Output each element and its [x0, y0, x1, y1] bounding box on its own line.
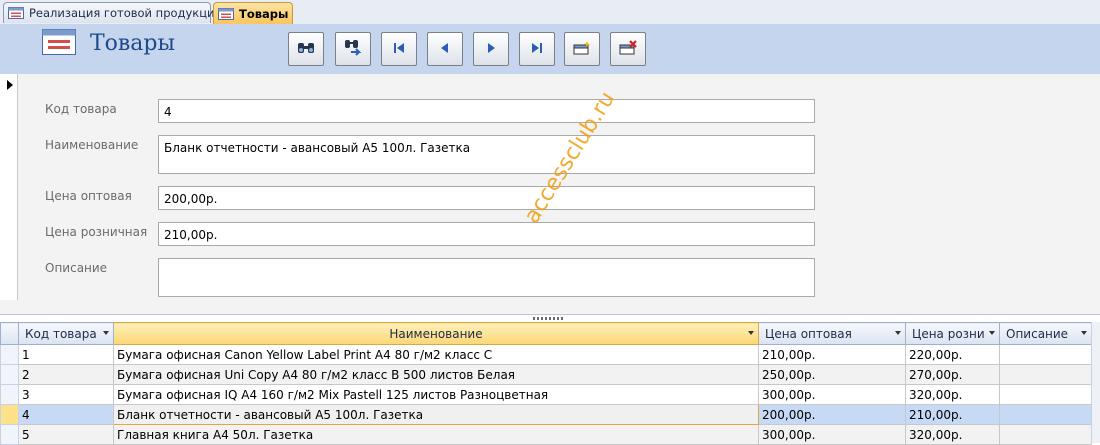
first-record-button[interactable] — [381, 32, 417, 66]
previous-record-button[interactable] — [427, 32, 463, 66]
delete-record-icon — [618, 39, 638, 59]
form-icon — [218, 7, 234, 20]
table-row-current[interactable]: 4 Бланк отчетности - авансовый А5 100л. … — [0, 404, 1092, 425]
find-button[interactable] — [288, 32, 324, 66]
last-record-button[interactable] — [519, 32, 555, 66]
form-logo-icon — [42, 29, 76, 58]
wholesale-price-field[interactable]: 200,00р. — [158, 186, 815, 210]
code-field[interactable]: 4 — [158, 99, 815, 123]
split-form-divider[interactable] — [0, 300, 1100, 323]
cell-retail[interactable]: 270,00р. — [905, 364, 1000, 385]
find-icon — [297, 41, 315, 58]
column-header-description[interactable]: Описание — [999, 322, 1092, 345]
cell-code[interactable]: 4 — [18, 404, 114, 425]
cell-name[interactable]: Бумага офисная Canon Yellow Label Print … — [113, 344, 759, 365]
cell-wholesale[interactable]: 210,00р. — [758, 344, 906, 365]
cell-name-editing[interactable]: Бланк отчетности - авансовый А5 100л. Га… — [113, 404, 759, 425]
cell-name[interactable]: Главная книга А4 50л. Газетка — [113, 424, 759, 445]
tab-label: Реализация готовой продукции — [29, 6, 223, 20]
column-header-name[interactable]: Наименование — [113, 322, 759, 345]
column-header-label: Код товара — [25, 326, 97, 341]
column-header-label: Цена оптовая — [765, 326, 852, 341]
cell-retail[interactable]: 320,00р. — [905, 384, 1000, 405]
cell-code[interactable]: 5 — [18, 424, 114, 445]
datasheet-view: Код товара Наименование Цена оптовая Цен… — [0, 322, 1100, 445]
table-row[interactable]: 2 Бумага офисная Uni Copy А4 80 г/м2 кла… — [0, 364, 1092, 385]
form-header: Товары — [0, 24, 1100, 74]
column-header-retail[interactable]: Цена розни — [905, 322, 1000, 345]
column-header-code[interactable]: Код товара — [18, 322, 114, 345]
datasheet-table: Код товара Наименование Цена оптовая Цен… — [0, 322, 1092, 445]
wholesale-price-label: Цена оптовая — [45, 189, 132, 203]
row-selector[interactable] — [0, 424, 19, 445]
cell-description[interactable] — [999, 344, 1092, 365]
select-all-corner[interactable] — [0, 322, 19, 345]
table-row[interactable]: 1 Бумага офисная Canon Yellow Label Prin… — [0, 344, 1092, 365]
row-selector[interactable] — [0, 404, 19, 425]
cell-wholesale[interactable]: 300,00р. — [758, 384, 906, 405]
column-header-label: Цена розни — [912, 326, 985, 341]
cell-retail[interactable]: 210,00р. — [905, 404, 1000, 425]
dropdown-arrow-icon[interactable] — [989, 331, 995, 335]
cell-name[interactable]: Бумага офисная Uni Copy А4 80 г/м2 класс… — [113, 364, 759, 385]
datasheet-header-row: Код товара Наименование Цена оптовая Цен… — [0, 322, 1092, 345]
new-record-button[interactable] — [564, 32, 600, 66]
cell-retail[interactable]: 320,00р. — [905, 424, 1000, 445]
cell-description[interactable] — [999, 404, 1092, 425]
document-tab-strip: Реализация готовой продукции Товары — [0, 0, 1100, 25]
form-detail: Код товара 4 Наименование Бланк отчетнос… — [0, 74, 1100, 300]
row-selector[interactable] — [0, 364, 19, 385]
row-selector[interactable] — [0, 344, 19, 365]
cell-description[interactable] — [999, 424, 1092, 445]
delete-record-button[interactable] — [610, 32, 646, 66]
record-selector[interactable] — [0, 74, 18, 300]
find-next-button[interactable] — [335, 32, 371, 66]
cell-description[interactable] — [999, 364, 1092, 385]
description-label: Описание — [45, 261, 108, 275]
name-field[interactable]: Бланк отчетности - авансовый А5 100л. Га… — [158, 135, 815, 174]
cell-wholesale[interactable]: 250,00р. — [758, 364, 906, 385]
cell-code[interactable]: 1 — [18, 344, 114, 365]
current-record-arrow-icon — [7, 80, 13, 90]
retail-price-label: Цена розничная — [45, 225, 148, 239]
dropdown-arrow-icon[interactable] — [103, 331, 109, 335]
form-title: Товары — [90, 31, 176, 56]
cell-retail[interactable]: 220,00р. — [905, 344, 1000, 365]
retail-price-field[interactable]: 210,00р. — [158, 222, 815, 246]
dropdown-arrow-icon[interactable] — [895, 331, 901, 335]
column-header-wholesale[interactable]: Цена оптовая — [758, 322, 906, 345]
column-header-label: Наименование — [389, 326, 483, 341]
code-label: Код товара — [45, 102, 117, 116]
cell-code[interactable]: 3 — [18, 384, 114, 405]
previous-record-icon — [438, 41, 452, 58]
table-row[interactable]: 5 Главная книга А4 50л. Газетка 300,00р.… — [0, 424, 1092, 445]
cell-name[interactable]: Бумага офисная IQ А4 160 г/м2 Mix Pastel… — [113, 384, 759, 405]
find-next-icon — [343, 39, 363, 60]
cell-wholesale[interactable]: 200,00р. — [758, 404, 906, 425]
form-icon — [8, 7, 24, 19]
dropdown-arrow-icon[interactable] — [748, 331, 754, 335]
name-label: Наименование — [45, 138, 139, 152]
cell-description[interactable] — [999, 384, 1092, 405]
column-header-label: Описание — [1006, 326, 1069, 341]
description-field[interactable] — [158, 258, 815, 297]
next-record-button[interactable] — [473, 32, 509, 66]
cell-wholesale[interactable]: 300,00р. — [758, 424, 906, 445]
dropdown-arrow-icon[interactable] — [1081, 331, 1087, 335]
tab-products[interactable]: Товары — [213, 2, 293, 24]
tab-sales[interactable]: Реализация готовой продукции — [3, 2, 222, 23]
splitter-grip-icon[interactable] — [533, 317, 565, 320]
next-record-icon — [484, 41, 498, 58]
table-row[interactable]: 3 Бумага офисная IQ А4 160 г/м2 Mix Past… — [0, 384, 1092, 405]
vertical-scrollbar[interactable] — [1091, 322, 1100, 443]
last-record-icon — [530, 41, 544, 58]
cell-code[interactable]: 2 — [18, 364, 114, 385]
row-selector[interactable] — [0, 384, 19, 405]
first-record-icon — [392, 41, 406, 58]
tab-label: Товары — [239, 6, 289, 21]
new-record-icon — [572, 40, 592, 59]
